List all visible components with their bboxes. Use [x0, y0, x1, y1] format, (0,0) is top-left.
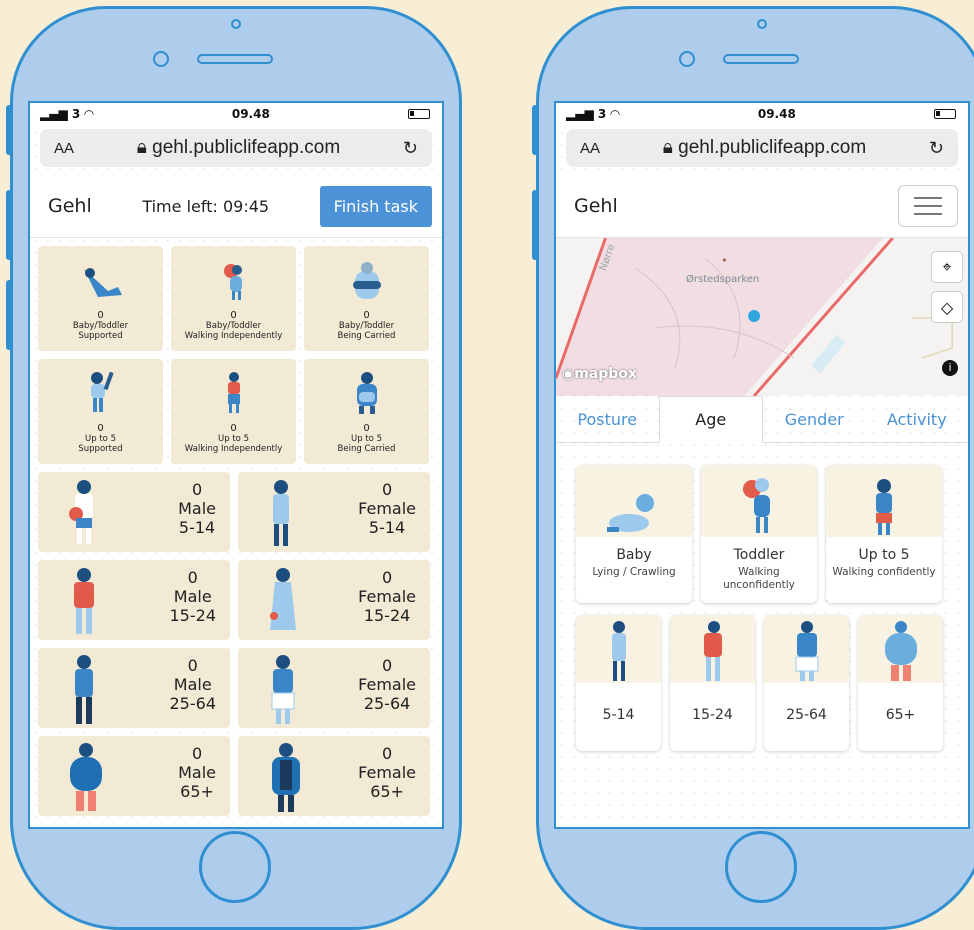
counter-tile[interactable]: 0 Male 15-24	[38, 560, 230, 640]
battery-icon	[934, 109, 956, 119]
age-range-cards: 5-14 15-24 25-64 65+	[556, 603, 968, 751]
status-bar: ▂▄▆ 3 ◠ 09.48	[30, 103, 442, 125]
status-bar: ▂▄▆ 3 ◠ 09.48	[556, 103, 968, 125]
info-icon[interactable]: i	[942, 360, 958, 376]
home-button[interactable]	[725, 831, 797, 903]
counter-tile[interactable]: 0 Female 65+	[238, 736, 430, 816]
child-icon	[876, 479, 892, 535]
clock: 09.48	[757, 107, 796, 121]
tab-age[interactable]: Age	[658, 396, 763, 443]
hamburger-menu-button[interactable]	[898, 185, 958, 227]
brand-logo[interactable]: Gehl	[48, 195, 92, 217]
baby-crawling-icon	[607, 494, 654, 532]
female-adult-icon	[271, 655, 295, 724]
counter-tile[interactable]: 0 Male 65+	[38, 736, 230, 816]
toddler-walking-icon	[223, 264, 242, 300]
locate-icon[interactable]: ⌖	[932, 252, 962, 282]
senior-icon	[884, 621, 917, 681]
sensor	[153, 51, 169, 67]
mapbox-icon: ◉	[562, 366, 575, 382]
toddler-icon	[743, 478, 770, 533]
screen: ▂▄▆ 3 ◠ 09.48 AA 🔒︎ gehl.publiclifeapp.c…	[28, 101, 444, 829]
text-size-button[interactable]: AA	[54, 140, 74, 157]
counter-tile[interactable]: 0 Female 15-24	[238, 560, 430, 640]
wifi-icon: ◠	[84, 107, 94, 121]
counter-tile[interactable]: 0 Up to 5 Walking Independently	[171, 359, 296, 464]
child-carried-icon	[356, 372, 377, 414]
clock: 09.48	[231, 107, 270, 121]
female-youth-icon	[270, 568, 296, 630]
age-range-card[interactable]: 65+	[858, 615, 943, 751]
male-child-icon	[69, 480, 93, 544]
youth-male-icon	[703, 621, 722, 681]
brand-logo[interactable]: Gehl	[574, 195, 618, 217]
navbar: Gehl Time left: 09:45 Finish task	[30, 175, 442, 238]
sensor	[679, 51, 695, 67]
camera	[757, 19, 767, 29]
mapbox-logo[interactable]: ◉mapbox	[562, 366, 637, 382]
tab-posture[interactable]: Posture	[556, 396, 659, 442]
browser-url-bar[interactable]: AA 🔒︎ gehl.publiclifeapp.com ↻	[40, 129, 432, 167]
camera	[231, 19, 241, 29]
url-text: 🔒︎ gehl.publiclifeapp.com	[662, 137, 867, 158]
home-button[interactable]	[199, 831, 271, 903]
counter-tile[interactable]: 0 Male 25-64	[38, 648, 230, 728]
reload-icon[interactable]: ↻	[403, 138, 418, 159]
youth-female-icon	[611, 621, 626, 681]
signal-indicator: ▂▄▆ 3 ◠	[566, 107, 620, 121]
counter-tile[interactable]: 0 Male 5-14	[38, 472, 230, 552]
female-child-icon	[273, 480, 289, 546]
lock-icon: 🔒︎	[136, 137, 147, 158]
counter-tile[interactable]: 0 Baby/Toddler Walking Independently	[171, 246, 296, 351]
map[interactable]: Ørstedsparken Nørre ◉mapbox ⌖ ◇ i	[556, 238, 968, 396]
tab-gender[interactable]: Gender	[763, 396, 866, 442]
text-size-button[interactable]: AA	[580, 140, 600, 157]
counter-tile[interactable]: 0 Up to 5 Supported	[38, 359, 163, 464]
male-adult-icon	[75, 655, 93, 724]
tab-bar: Posture Age Gender Activity	[556, 396, 968, 443]
navbar: Gehl	[556, 175, 968, 238]
park-label: Ørstedsparken	[686, 274, 760, 285]
baby-carried-icon	[352, 262, 381, 299]
age-gender-tiles: 0 Male 5-14 0 Female 5-14 0 Male 15-24 0 Female…	[30, 464, 442, 816]
age-card-up-to-5[interactable]: Up to 5 Walking confidently	[826, 465, 942, 603]
child-walking-icon	[227, 372, 240, 413]
counter-tile[interactable]: 0 Up to 5 Being Carried	[304, 359, 429, 464]
male-youth-icon	[74, 568, 94, 634]
lock-icon: 🔒︎	[662, 137, 673, 158]
wifi-icon: ◠	[610, 107, 620, 121]
browser-url-bar[interactable]: AA 🔒︎ gehl.publiclifeapp.com ↻	[566, 129, 958, 167]
recenter-icon[interactable]: ◇	[932, 292, 962, 322]
phone-left: ▂▄▆ 3 ◠ 09.48 AA 🔒︎ gehl.publiclifeapp.c…	[10, 6, 462, 930]
url-text: 🔒︎ gehl.publiclifeapp.com	[136, 137, 341, 158]
tab-activity[interactable]: Activity	[866, 396, 969, 442]
time-left: Time left: 09:45	[142, 196, 270, 216]
male-senior-icon	[70, 743, 102, 811]
age-category-cards: Baby Lying / Crawling Toddler Walking un…	[556, 443, 968, 603]
counter-tile[interactable]: 0 Baby/Toddler Being Carried	[304, 246, 429, 351]
signal-indicator: ▂▄▆ 3 ◠	[40, 107, 94, 121]
reload-icon[interactable]: ↻	[929, 138, 944, 159]
counter-tile[interactable]: 0 Baby/Toddler Supported	[38, 246, 163, 351]
phone-right: ▂▄▆ 3 ◠ 09.48 AA 🔒︎ gehl.publiclifeapp.c…	[536, 6, 974, 930]
speaker	[723, 54, 799, 64]
female-senior-icon	[272, 743, 300, 812]
age-card-toddler[interactable]: Toddler Walking unconfidently	[701, 465, 817, 603]
counter-tile[interactable]: 0 Female 25-64	[238, 648, 430, 728]
battery-icon	[408, 109, 430, 119]
counter-tile[interactable]: 0 Female 5-14	[238, 472, 430, 552]
finish-task-button[interactable]: Finish task	[319, 185, 432, 227]
age-range-card[interactable]: 5-14	[576, 615, 661, 751]
age-card-baby[interactable]: Baby Lying / Crawling	[576, 465, 692, 603]
adult-icon	[795, 621, 818, 681]
speaker	[197, 54, 273, 64]
baby-tiles: 0 Baby/Toddler Supported 0 Baby/Toddler …	[30, 238, 442, 464]
child-supported-icon	[90, 371, 114, 412]
age-range-card[interactable]: 15-24	[670, 615, 755, 751]
baby-supported-icon	[83, 268, 122, 297]
screen: ▂▄▆ 3 ◠ 09.48 AA 🔒︎ gehl.publiclifeapp.c…	[554, 101, 970, 829]
age-range-card[interactable]: 25-64	[764, 615, 849, 751]
